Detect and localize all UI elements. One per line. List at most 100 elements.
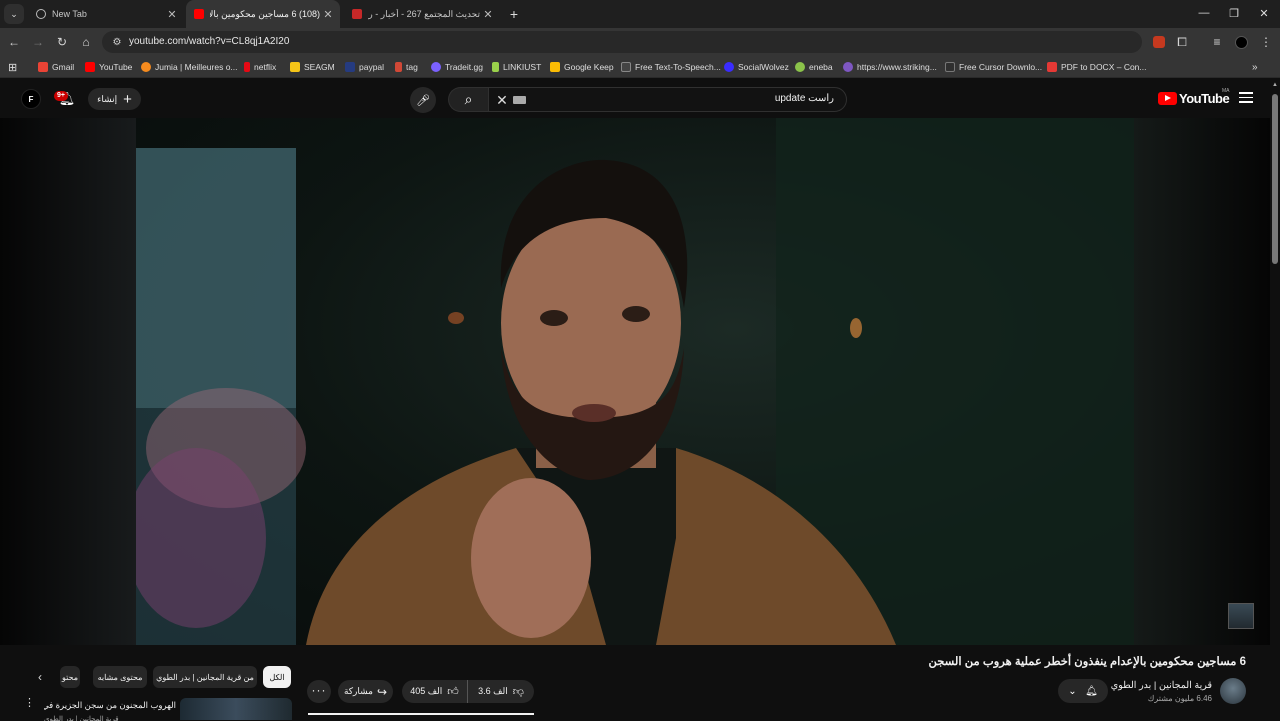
youtube-play-logo-icon: [1158, 92, 1177, 105]
likes-ratio-bar: [308, 713, 534, 715]
bookmarks-overflow-icon[interactable]: »: [1252, 60, 1258, 74]
close-tab-icon[interactable]: ✕: [480, 8, 496, 21]
address-bar[interactable]: ⚙ youtube.com/watch?v=CL8qj1A2I20: [102, 31, 1142, 53]
bookmark-free-cursor[interactable]: Free Cursor Downlo...: [945, 60, 1042, 74]
bookmark-gmail[interactable]: Gmail: [38, 60, 74, 74]
bookmark-text-to-speech[interactable]: Free Text-To-Speech...: [621, 60, 721, 74]
search-input[interactable]: ✕ راست update: [488, 87, 847, 112]
keyboard-icon[interactable]: [513, 96, 526, 104]
clear-search-icon[interactable]: ✕: [493, 91, 511, 109]
bookmark-youtube[interactable]: YouTube: [85, 60, 132, 74]
subscribed-button[interactable]: ⌄ 🔔︎: [1058, 679, 1108, 703]
cursor-site-icon: [945, 62, 955, 72]
channel-watermark[interactable]: [1228, 603, 1254, 629]
tab-new-tab[interactable]: New Tab ✕: [28, 0, 184, 28]
bookmark-paypal[interactable]: paypal: [345, 60, 384, 74]
bookmark-linkiust[interactable]: LINKIUST: [492, 60, 541, 74]
share-arrow-icon: ↪: [377, 684, 388, 699]
tab-youtube-video[interactable]: (108) 6 مساجين محكومين بالإ ✕: [186, 0, 340, 28]
recommendation-title[interactable]: الهروب المجنون من سجن الجزيرة في تركيا: [44, 700, 176, 711]
likes-ratio-fill: [308, 713, 534, 715]
reading-list-icon[interactable]: ≡: [1209, 34, 1225, 50]
voice-search-mic-icon[interactable]: 🎤︎: [410, 87, 436, 113]
recommendation-thumbnail[interactable]: [180, 698, 292, 720]
channel-subscribers: 6.46 مليون مشترك: [1147, 694, 1212, 703]
netflix-icon: [244, 62, 250, 72]
google-keep-icon: [550, 62, 560, 72]
more-horizontal-icon: ···: [311, 682, 327, 697]
channel-avatar[interactable]: [1220, 678, 1246, 704]
scroll-up-arrow-icon[interactable]: ▲: [1272, 82, 1278, 88]
bookmark-striking[interactable]: https://www.striking...: [843, 60, 937, 74]
pdf-icon: [1047, 62, 1057, 72]
bookmark-tradeit[interactable]: Tradeit.gg: [431, 60, 483, 74]
scrollbar-thumb[interactable]: [1272, 94, 1278, 264]
search-query-text: راست update: [774, 93, 834, 104]
apps-grid-icon[interactable]: ⊞: [8, 60, 17, 74]
bookmark-pdf-to-docx[interactable]: PDF to DOCX – Con...: [1047, 60, 1147, 74]
page-scrollbar[interactable]: ▲: [1270, 78, 1280, 720]
tag-icon: [395, 62, 402, 72]
tts-icon: [621, 62, 631, 72]
bookmark-seagm[interactable]: SEAGM: [290, 60, 335, 74]
bookmark-jumia[interactable]: Jumia | Meilleures o...: [141, 60, 238, 74]
video-info-section: 6 مساجين محكومين بالإعدام ينفذون أخطر عم…: [0, 645, 1270, 721]
plus-icon: +: [123, 90, 132, 108]
like-button[interactable]: 405 الف 👍︎: [402, 680, 468, 703]
tab-news[interactable]: تحديث المجتمع 267 - أخبار - روب ✕: [344, 0, 500, 28]
chip-similar-content[interactable]: محتوى مشابه: [93, 666, 147, 688]
close-tab-icon[interactable]: ✕: [164, 8, 180, 21]
news-favicon-icon: [352, 9, 362, 19]
create-label: إنشاء: [97, 93, 118, 104]
bookmark-tag[interactable]: tag: [395, 60, 418, 74]
profile-avatar-icon[interactable]: [1233, 34, 1249, 50]
chip-all[interactable]: الكل: [263, 666, 291, 688]
linkiust-icon: [492, 62, 499, 72]
chip-from-channel[interactable]: من قرية المجانين | بدر الطوي: [153, 666, 257, 688]
home-icon[interactable]: ⌂: [78, 34, 94, 50]
account-avatar[interactable]: F: [21, 89, 41, 109]
maximize-icon[interactable]: ❐: [1227, 6, 1241, 20]
minimize-icon[interactable]: —: [1197, 6, 1211, 20]
chips-scroll-left-icon[interactable]: ‹: [32, 668, 48, 686]
youtube-logo[interactable]: YouTube MA: [1158, 88, 1230, 106]
dislike-button[interactable]: 3.6 الف 👎︎: [468, 680, 534, 703]
url-text: youtube.com/watch?v=CL8qj1A2I20: [129, 36, 290, 47]
gmail-icon: [38, 62, 48, 72]
share-label: مشاركة: [343, 686, 373, 696]
close-window-icon[interactable]: ✕: [1257, 6, 1271, 20]
create-button[interactable]: إنشاء +: [88, 88, 141, 110]
search-button[interactable]: ⌕: [448, 87, 488, 112]
country-code: MA: [1222, 88, 1230, 94]
new-tab-plus-icon[interactable]: +: [504, 4, 524, 24]
share-button[interactable]: مشاركة ↪: [338, 680, 393, 703]
site-info-icon[interactable]: ⚙: [110, 35, 124, 49]
socialwolvez-icon: [724, 62, 734, 72]
video-title: 6 مساجين محكومين بالإعدام ينفذون أخطر عم…: [928, 656, 1246, 668]
bookmark-socialwolvez[interactable]: SocialWolvez: [724, 60, 789, 74]
bookmark-eneba[interactable]: eneba: [795, 60, 833, 74]
browser-menu-icon[interactable]: ⋮: [1258, 34, 1274, 50]
close-tab-icon[interactable]: ✕: [320, 8, 336, 21]
tradeit-icon: [431, 62, 441, 72]
extensions-puzzle-icon[interactable]: ⧠: [1174, 34, 1190, 50]
bookmark-google-keep[interactable]: Google Keep: [550, 60, 614, 74]
chip-related-content-partial[interactable]: محتو: [60, 666, 80, 688]
forward-arrow-icon[interactable]: →: [30, 34, 46, 50]
bookmark-netflix[interactable]: netflix: [244, 60, 276, 74]
reload-icon[interactable]: ↻: [54, 34, 70, 50]
thumbs-down-icon: 👎︎: [512, 686, 524, 698]
chevron-down-icon: ⌄: [1068, 685, 1077, 697]
channel-name[interactable]: قرية المجانين | بدر الطوي: [1111, 680, 1212, 691]
more-actions-button[interactable]: ···: [307, 680, 331, 703]
ambient-glow-right: [1134, 118, 1270, 645]
paypal-icon: [345, 62, 355, 72]
back-arrow-icon[interactable]: ←: [6, 34, 22, 50]
extension-red-icon[interactable]: [1151, 34, 1167, 50]
tab-search-button[interactable]: ⌄: [4, 4, 24, 24]
guide-menu-icon[interactable]: [1239, 92, 1253, 104]
youtube-header: F 🔔︎ 9+ إنشاء + 🎤︎ ⌕ ✕ راست update YouTu…: [0, 78, 1280, 118]
video-frame[interactable]: [136, 118, 1134, 645]
recommendation-menu-icon[interactable]: ⋮: [24, 698, 35, 709]
thumbs-up-icon: 👍︎: [447, 686, 459, 698]
